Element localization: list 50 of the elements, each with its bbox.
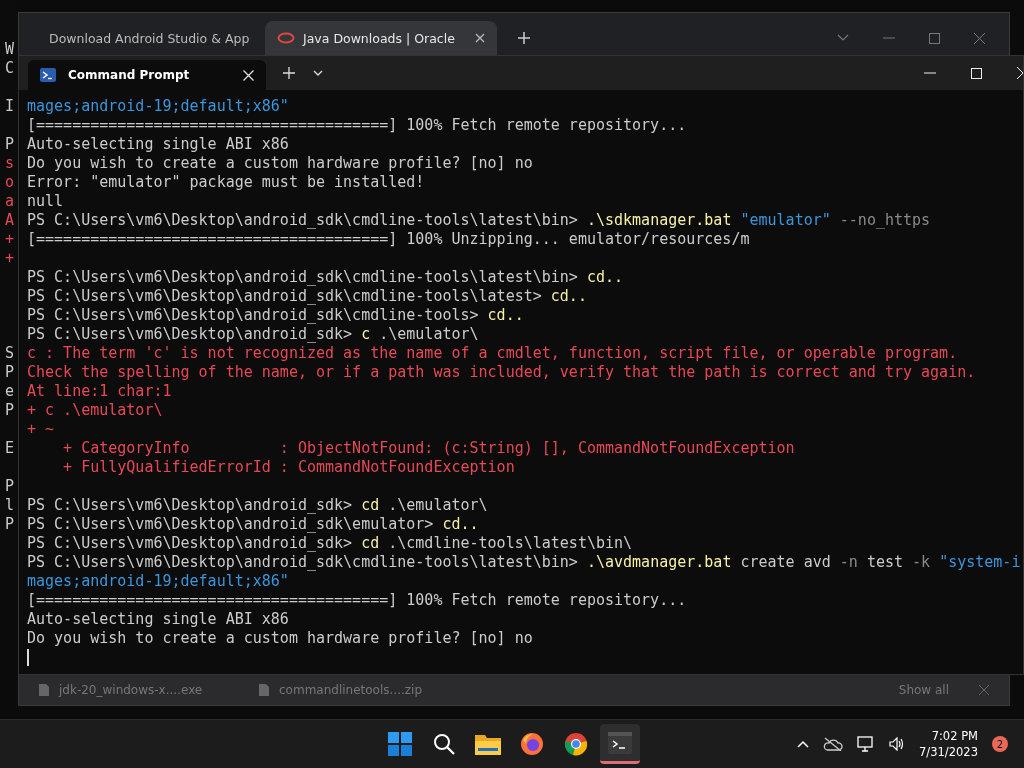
terminal-line: [=======================================] 100% Fetch remote repository... <box>27 116 687 134</box>
text-fragment: S <box>5 344 15 362</box>
terminal-line: PS C:\Users\vm6\Desktop\android_sdk\cmdline-tools\latest\bin> cd.. <box>27 268 624 286</box>
terminal-line: + ~ <box>27 420 55 438</box>
terminal-line: PS C:\Users\vm6\Desktop\android_sdk> cd .\emulator\ <box>27 496 488 514</box>
terminal-line: Error: "emulator" package must be installed! <box>27 173 425 191</box>
browser-tab[interactable]: Download Android Studio & App <box>29 21 261 55</box>
text-fragment: E <box>5 439 15 457</box>
text-fragment: s <box>5 154 15 172</box>
terminal-line: Auto-selecting single ABI x86 <box>27 135 289 153</box>
text-fragment: I <box>5 97 15 115</box>
terminal-line: PS C:\Users\vm6\Desktop\android_sdk\cmdline-tools\latest> cd.. <box>27 287 587 305</box>
terminal-line: PS C:\Users\vm6\Desktop\android_sdk\emulator> cd.. <box>27 515 479 533</box>
terminal-line: Do you wish to create a custom hardware profile? [no] no <box>27 154 533 172</box>
terminal-line: [=======================================] 100% Fetch remote repository... <box>27 591 687 609</box>
text-fragment: + <box>5 249 15 267</box>
terminal-line: null <box>27 192 64 210</box>
text-fragment: P <box>5 477 15 495</box>
terminal-line: PS C:\Users\vm6\Desktop\android_sdk> c .\emulator\ <box>27 325 479 343</box>
text-fragment: P <box>5 515 15 533</box>
terminal-line: At line:1 char:1 <box>27 382 172 400</box>
terminal-line: c : The term 'c' is not recognized as the name of a cmdlet, function, script file, or operable program. <box>27 344 958 362</box>
terminal-line: mages;android-19;default;x86" <box>27 572 289 590</box>
text-fragment: o <box>5 173 15 191</box>
text-fragment: A <box>5 211 15 229</box>
terminal-line: Do you wish to create a custom hardware profile? [no] no <box>27 629 533 647</box>
text-fragment: a <box>5 192 15 210</box>
text-fragment: C <box>5 59 15 77</box>
terminal-line: [=======================================] 100% Unzipping... emulator/resources/m <box>27 230 750 248</box>
terminal-line: Check the spelling of the name, or if a path was included, verify that the path is correct and try again. <box>27 363 976 381</box>
terminal-line: + CategoryInfo : ObjectNotFound: (c:String) [], CommandNotFoundException <box>62 439 795 457</box>
terminal-tab[interactable]: Command Prompt <box>28 60 266 90</box>
text-fragment: P <box>5 401 15 419</box>
text-fragment: P <box>5 363 15 381</box>
notification-badge[interactable]: 2 <box>992 736 1008 752</box>
terminal-line: PS C:\Users\vm6\Desktop\android_sdk> cd .\cmdline-tools\latest\bin\ <box>27 534 633 552</box>
text-fragment: e <box>5 382 15 400</box>
terminal-line: + FullyQualifiedErrorId : CommandNotFoundException <box>62 458 515 476</box>
terminal-line: PS C:\Users\vm6\Desktop\android_sdk\cmdline-tools\latest\bin> .\sdkmanager.bat "emulator" --no_https <box>27 211 931 229</box>
clock[interactable]: 7:02 PM 7/31/2023 <box>919 728 978 760</box>
terminal-line: mages;android-19;default;x86" <box>27 97 289 115</box>
text-fragment: + <box>5 230 15 248</box>
terminal-line: + c .\emulator\ <box>27 401 163 419</box>
terminal-line: PS C:\Users\vm6\Desktop\android_sdk\cmdline-tools\latest\bin> .\avdmanager.bat create avd -n test -k "system-i <box>27 553 1021 571</box>
text-fragment: l <box>5 496 15 514</box>
terminal-line: PS C:\Users\vm6\Desktop\android_sdk\cmdline-tools> cd.. <box>27 306 524 324</box>
terminal-line: Auto-selecting single ABI x86 <box>27 610 289 628</box>
text-fragment: W <box>5 40 15 58</box>
text-fragment: P <box>5 135 15 153</box>
browser-tab[interactable]: Java Downloads | Oracle <box>265 21 497 55</box>
